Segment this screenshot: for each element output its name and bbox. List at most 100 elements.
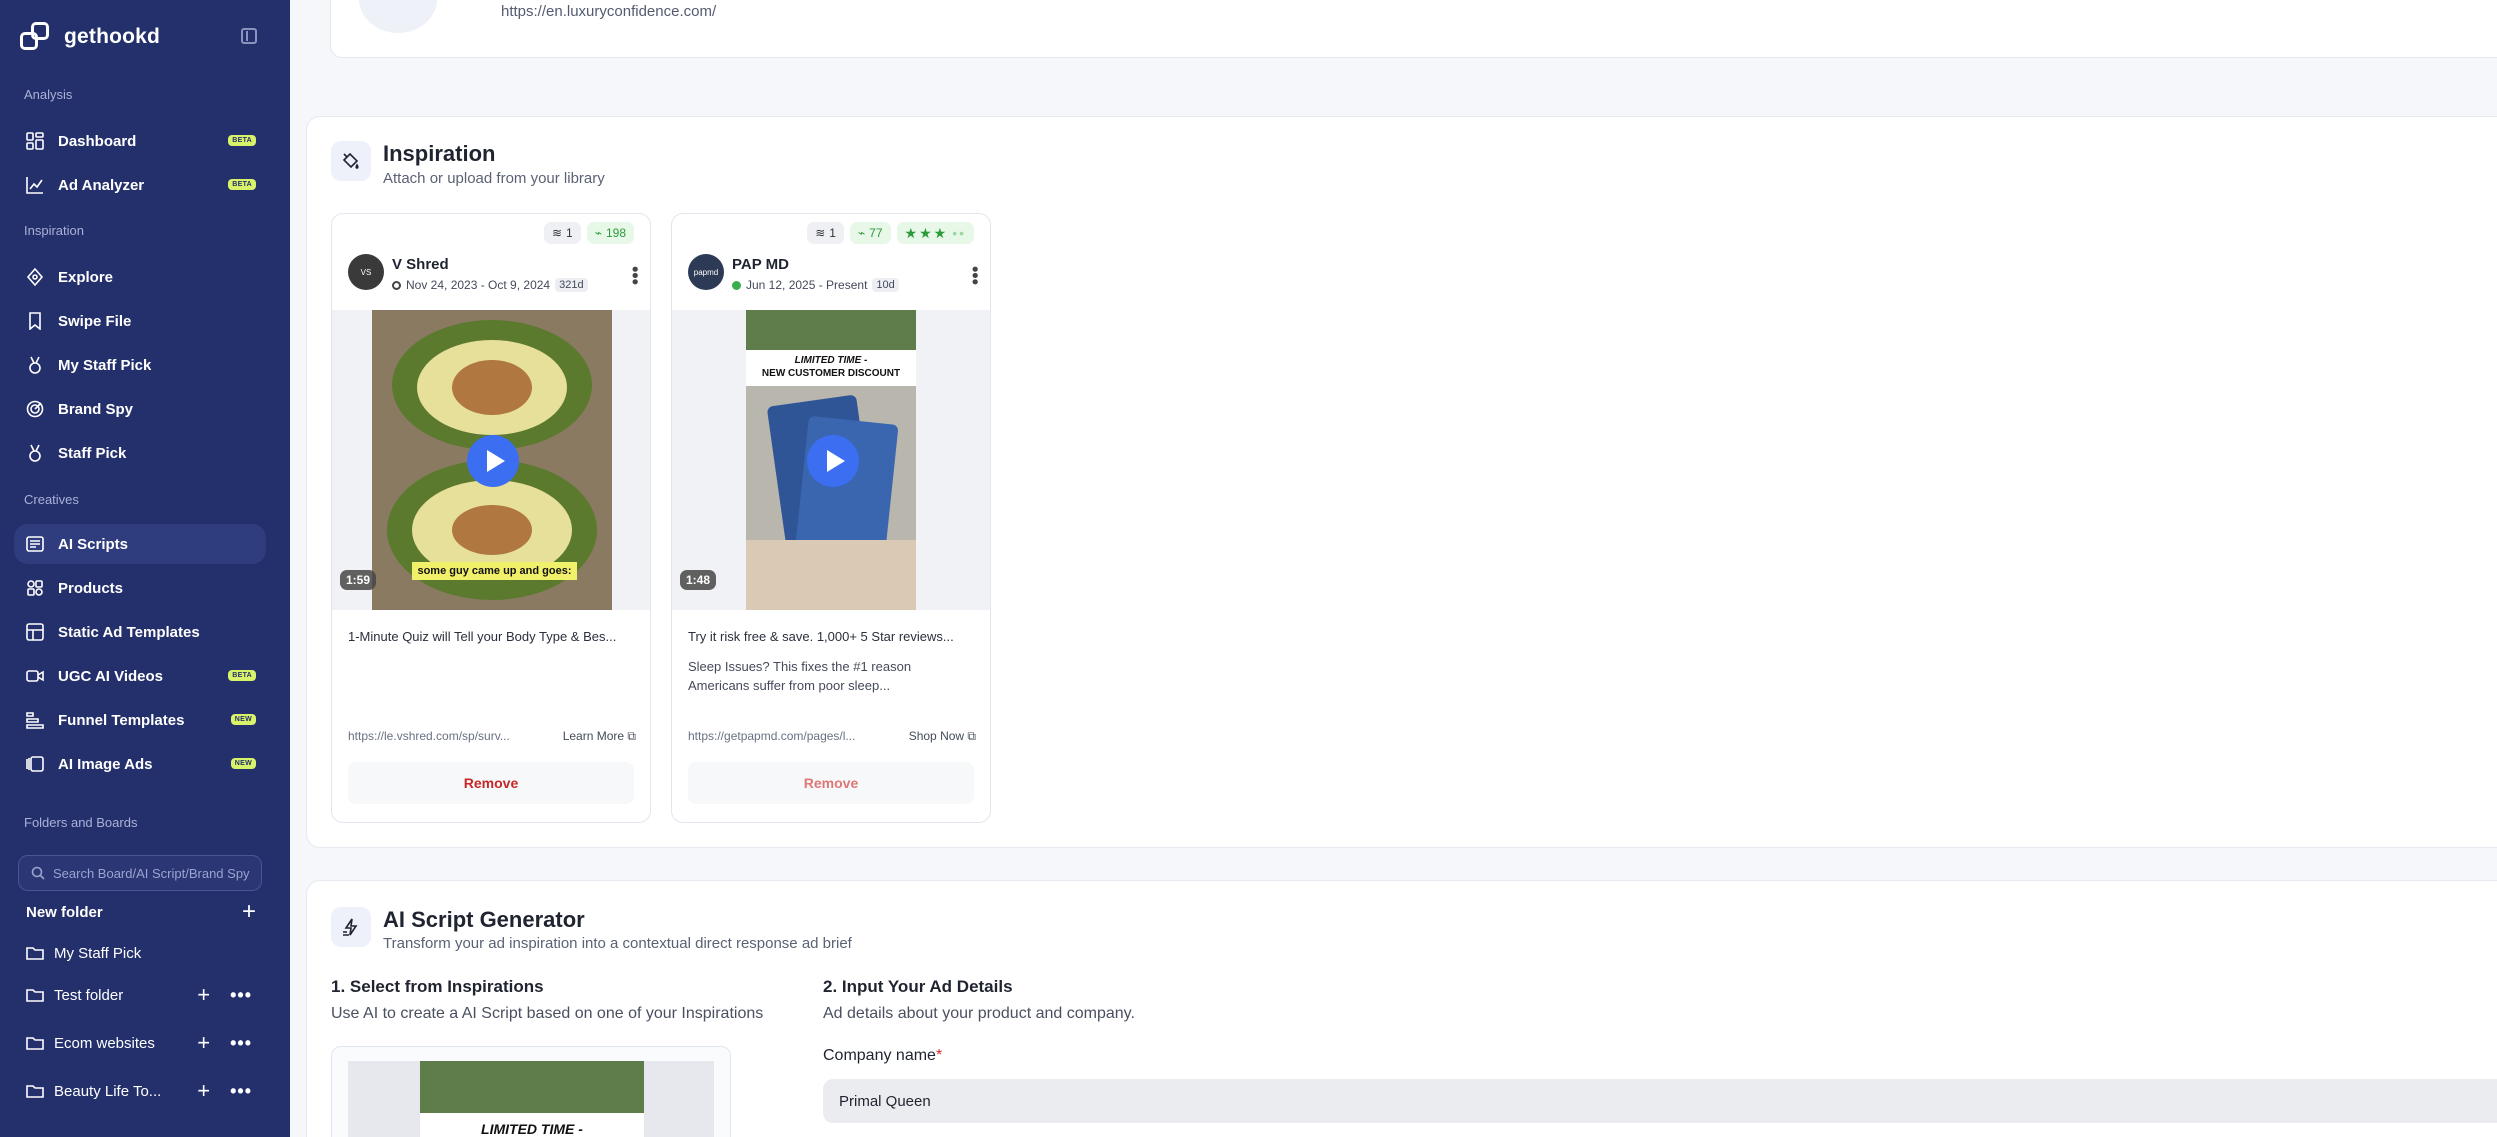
cta-label: Learn More [562,729,625,743]
variants-count: 1 [829,226,836,240]
section-label-creatives: Creatives [24,492,79,507]
nav-ai-image-ads[interactable]: AI Image Ads NEW [14,744,266,784]
more-icon[interactable]: ••• [230,1033,252,1054]
funnel-icon [26,711,44,729]
days-badge: 10d [872,278,899,292]
new-folder-row[interactable]: New folder + [26,900,256,924]
folder-item[interactable]: Ecom websites + ••• [26,1028,266,1058]
variants-pill: ≋ 1 [543,222,581,244]
inspiration-thumb: LIMITED TIME - [348,1061,714,1137]
brand-info-card: https://en.luxuryconfidence.com/ [330,0,2497,58]
video-icon [26,667,44,685]
ad-headline: 1-Minute Quiz will Tell your Body Type &… [348,629,617,644]
section-label-analysis: Analysis [24,87,73,102]
new-badge: NEW [230,714,256,725]
folder-item[interactable]: Test folder + ••• [26,980,266,1010]
beta-badge: BETA [228,670,256,681]
ad-media[interactable]: LIMITED TIME - NEW CUSTOMER DISCOUNT 1:4… [672,310,990,610]
folder-item[interactable]: Beauty Life To... + ••• [26,1076,266,1106]
variants-pill: ≋ 1 [807,222,844,244]
app-name: gethookd [64,25,161,48]
score-pill: ⌁ 77 [849,222,891,244]
video-caption: some guy came up and goes: [412,562,577,580]
nav-label: Ad Analyzer [58,176,145,194]
nav-static-ad-templates[interactable]: Static Ad Templates [14,612,266,652]
nav-ai-scripts[interactable]: AI Scripts [14,524,266,564]
inspiration-panel: Inspiration Attach or upload from your l… [306,116,2497,848]
add-folder-icon[interactable]: + [242,900,256,924]
ad-cta-link[interactable]: Shop Now ⧉ [909,729,976,744]
brand-avatar [359,0,437,33]
ad-landing-link[interactable]: https://le.vshred.com/sp/surv... [348,729,528,743]
nav-label: Static Ad Templates [58,623,200,641]
folder-icon [26,1082,44,1100]
company-name-input[interactable] [823,1079,2497,1123]
add-icon[interactable]: + [197,1078,210,1104]
inspiration-thumb-image: LIMITED TIME - [420,1061,644,1137]
ad-dates: Nov 24, 2023 - Oct 9, 2024 321d [392,278,588,292]
beta-badge: BETA [228,135,256,146]
play-button[interactable] [467,435,519,487]
nav-label: Brand Spy [58,400,134,418]
medal-icon [26,444,44,462]
ad-cta-link[interactable]: Learn More ⧉ [563,729,636,744]
nav-swipe-file[interactable]: Swipe File [14,301,266,341]
brand-url-link[interactable]: https://en.luxuryconfidence.com/ [501,3,716,20]
folder-icon [26,986,44,1004]
ad-brand-name: V Shred [392,256,449,273]
search-icon [31,866,45,880]
more-options-icon[interactable]: ••• [965,266,985,285]
folder-item[interactable]: My Staff Pick [26,938,266,968]
chart-icon [26,176,44,194]
nav-label: Staff Pick [58,444,127,462]
remove-button[interactable]: Remove [688,762,974,804]
nav-funnel-templates[interactable]: Funnel Templates NEW [14,700,266,740]
generator-title: AI Script Generator [383,907,585,932]
sidebar-search-input[interactable] [53,865,253,881]
step2-subtitle: Ad details about your product and compan… [823,1005,1135,1022]
activity-icon: ⌁ [857,226,866,240]
nav-products[interactable]: Products [14,568,266,608]
nav-ugc-ai-videos[interactable]: UGC AI Videos BETA [14,656,266,696]
nav-ad-analyzer[interactable]: Ad Analyzer BETA [14,165,266,205]
activity-icon: ⌁ [594,226,602,240]
inspiration-title: Inspiration [383,141,496,166]
nav-label: AI Image Ads [58,755,153,773]
nav-label: UGC AI Videos [58,667,164,685]
section-label-folders: Folders and Boards [24,815,138,830]
nav-label: Funnel Templates [58,711,185,729]
nav-label: AI Scripts [58,535,129,553]
nav-staff-pick[interactable]: Staff Pick [14,433,266,473]
ad-dates: Jun 12, 2025 - Present 10d [732,278,899,292]
more-icon[interactable]: ••• [230,985,252,1006]
paint-bucket-icon [331,141,371,181]
add-icon[interactable]: + [197,1030,210,1056]
ad-landing-link[interactable]: https://getpapmd.com/pages/l... [688,729,868,743]
folder-label: My Staff Pick [54,944,142,962]
nav-my-staff-pick[interactable]: My Staff Pick [14,345,266,385]
sidebar-search[interactable] [18,855,262,891]
more-icon[interactable]: ••• [230,1081,252,1102]
app-logo[interactable]: gethookd [20,22,160,52]
layers-icon: ≋ [815,226,826,240]
ad-brand-name: PAP MD [732,256,789,273]
remove-button[interactable]: Remove [348,762,634,804]
ad-card[interactable]: ≋ 1 ⌁ 77 ★★★ •• papmd PAP MD Jun 12, 2025 -… [671,213,991,823]
sidebar: gethookd Analysis Dashboard BETA Ad Anal… [0,0,290,1137]
beta-badge: BETA [228,179,256,190]
cta-label: Shop Now [908,729,965,743]
nav-dashboard[interactable]: Dashboard BETA [14,121,266,161]
collapse-sidebar-icon[interactable] [241,28,257,44]
score-value: 77 [869,226,883,240]
date-range: Jun 12, 2025 - Present [746,278,868,292]
add-icon[interactable]: + [197,982,210,1008]
ad-card[interactable]: ≋ 1 ⌁ 198 VS V Shred Nov 24, 2023 - Oct 9,… [331,213,651,823]
nav-explore[interactable]: Explore [14,257,266,297]
main-content: https://en.luxuryconfidence.com/ Inspira… [290,0,2497,1137]
more-options-icon[interactable]: ••• [625,266,645,285]
ad-media[interactable]: some guy came up and goes: 1:59 [332,310,650,610]
date-range: Nov 24, 2023 - Oct 9, 2024 [406,278,551,292]
nav-brand-spy[interactable]: Brand Spy [14,389,266,429]
inspiration-select-card[interactable]: LIMITED TIME - [331,1046,731,1137]
play-button[interactable] [807,435,859,487]
